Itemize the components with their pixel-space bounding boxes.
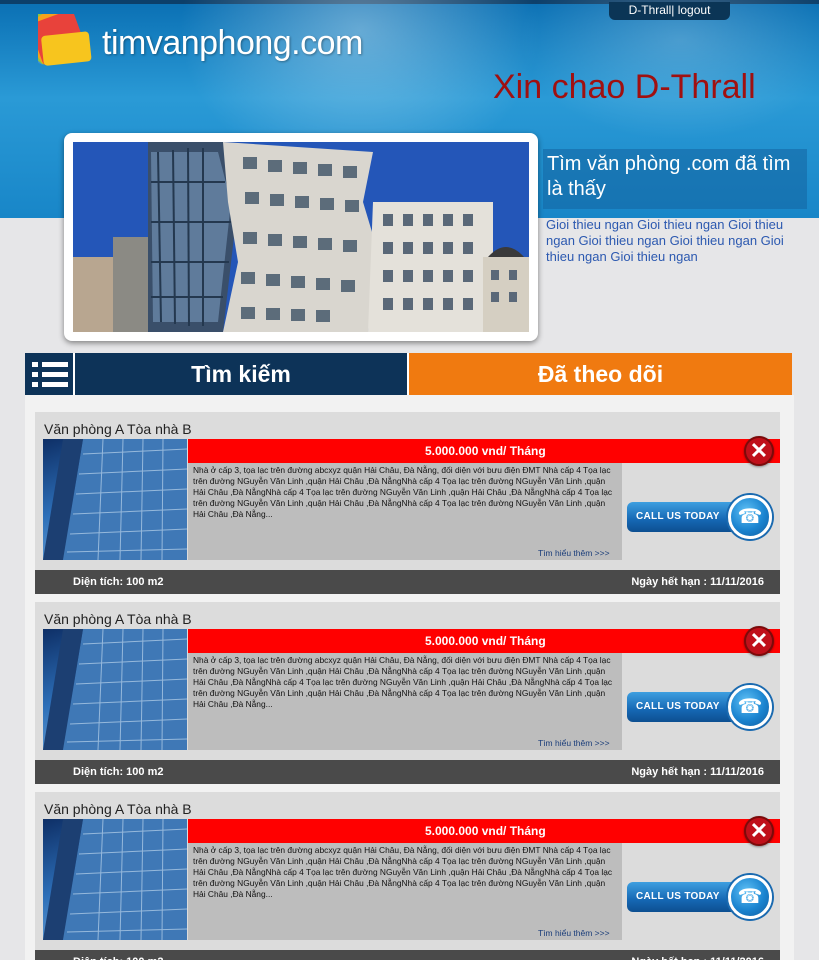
listing-price: 5.000.000 vnd/ Tháng bbox=[188, 629, 780, 653]
logo-text: timvanphong.com bbox=[102, 23, 363, 62]
call-us-button[interactable]: CALL US TODAY ☎ bbox=[627, 685, 773, 729]
remove-listing-close-icon[interactable]: ✕ bbox=[744, 436, 774, 466]
call-us-button[interactable]: CALL US TODAY ☎ bbox=[627, 495, 773, 539]
listing-price: 5.000.000 vnd/ Tháng bbox=[188, 819, 780, 843]
listing-price: 5.000.000 vnd/ Tháng bbox=[188, 439, 780, 463]
telephone-icon: ☎ bbox=[728, 875, 772, 919]
logout-link[interactable]: logout bbox=[678, 3, 711, 17]
listing-building-image[interactable] bbox=[43, 819, 187, 940]
tab-followed[interactable]: Đã theo dõi bbox=[407, 353, 792, 395]
listing-more-link[interactable]: Tìm hiểu thêm >>> bbox=[538, 738, 610, 748]
user-menu: D-Thrall| logout bbox=[609, 2, 730, 20]
listing-card: Văn phòng A Tòa nhà B 5.000.000 vnd/ Thá… bbox=[35, 602, 780, 784]
site-intro-text: Gioi thieu ngan Gioi thieu ngan Gioi thi… bbox=[546, 217, 784, 264]
listing-description: Nhà ở cấp 3, tọa lạc trên đường abcxyz q… bbox=[188, 653, 622, 750]
listing-expiry: Ngày hết hạn : 11/11/2016 bbox=[631, 576, 764, 588]
banner-image-frame bbox=[64, 133, 538, 341]
logo-fan-icon bbox=[6, 4, 94, 72]
user-menu-separator: | bbox=[671, 3, 675, 17]
listing-expiry: Ngày hết hạn : 11/11/2016 bbox=[631, 950, 764, 960]
banner-building-image bbox=[73, 142, 529, 332]
listing-area: Diện tích: 100 m2 bbox=[73, 766, 164, 778]
listing-description: Nhà ở cấp 3, tọa lạc trên đường abcxyz q… bbox=[188, 843, 622, 940]
listing-expiry: Ngày hết hạn : 11/11/2016 bbox=[631, 766, 764, 778]
remove-listing-close-icon[interactable]: ✕ bbox=[744, 816, 774, 846]
listing-description: Nhà ở cấp 3, tọa lạc trên đường abcxyz q… bbox=[188, 463, 622, 560]
greeting-text: Xin chao D-Thrall bbox=[493, 68, 756, 106]
site-logo[interactable]: timvanphong.com bbox=[6, 4, 363, 72]
listing-area: Diện tích: 100 m2 bbox=[73, 576, 164, 588]
listing-area: Diện tích: 100 m2 bbox=[73, 950, 163, 960]
listing-building-image[interactable] bbox=[43, 629, 187, 750]
listing-title[interactable]: Văn phòng A Tòa nhà B bbox=[44, 421, 192, 437]
listing-footer: Diện tích: 100 m2 Ngày hết hạn : 11/11/2… bbox=[35, 950, 780, 960]
listing-card: Văn phòng A Tòa nhà B 5.000.000 vnd/ Thá… bbox=[35, 412, 780, 594]
main-nav: Tìm kiếm Đã theo dõi bbox=[25, 353, 794, 395]
telephone-icon: ☎ bbox=[728, 495, 772, 539]
listing-title[interactable]: Văn phòng A Tòa nhà B bbox=[44, 801, 192, 817]
listing-footer: Diện tích: 100 m2 Ngày hết hạn : 11/11/2… bbox=[35, 570, 780, 594]
list-menu-icon[interactable] bbox=[25, 353, 75, 395]
site-tagline: Tìm văn phòng .com đã tìm là thấy bbox=[543, 149, 807, 209]
listing-footer: Diện tích: 100 m2 Ngày hết hạn : 11/11/2… bbox=[35, 760, 780, 784]
username-link[interactable]: D-Thrall bbox=[629, 3, 672, 17]
listing-card: Văn phòng A Tòa nhà B 5.000.000 vnd/ Thá… bbox=[35, 792, 780, 960]
tab-search[interactable]: Tìm kiếm bbox=[75, 353, 407, 395]
remove-listing-close-icon[interactable]: ✕ bbox=[744, 626, 774, 656]
listing-more-link[interactable]: Tìm hiểu thêm >>> bbox=[538, 928, 610, 938]
listing-title[interactable]: Văn phòng A Tòa nhà B bbox=[44, 611, 192, 627]
listing-building-image[interactable] bbox=[43, 439, 187, 560]
listing-more-link[interactable]: Tìm hiểu thêm >>> bbox=[538, 548, 610, 558]
call-us-button[interactable]: CALL US TODAY ☎ bbox=[627, 875, 773, 919]
telephone-icon: ☎ bbox=[728, 685, 772, 729]
